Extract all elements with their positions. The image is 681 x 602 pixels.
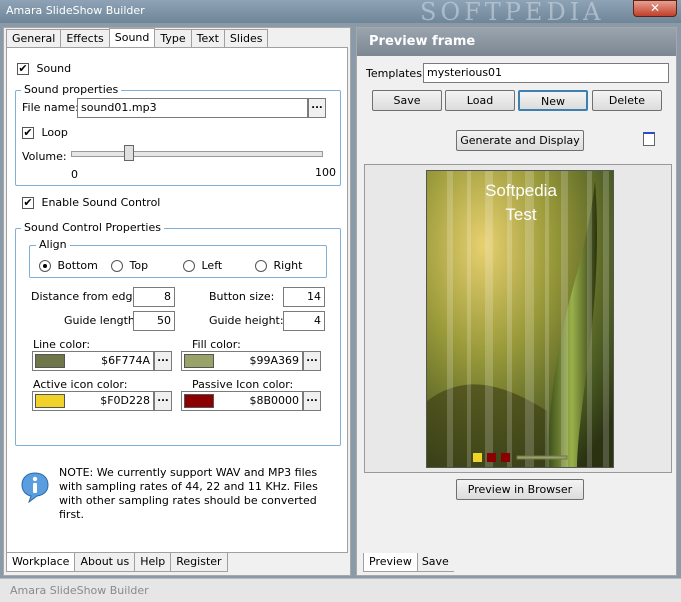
active-icon-color-label: Active icon color:: [33, 378, 128, 391]
enable-sound-control-checkbox[interactable]: ✔: [22, 197, 34, 209]
align-right-label: Right: [273, 259, 303, 272]
file-name-label: File name:: [22, 101, 79, 114]
title-bar: Amara SlideShow Builder SOFTPEDIA ✕: [0, 0, 681, 26]
tab-text[interactable]: Text: [190, 29, 225, 48]
align-bottom-option[interactable]: Bottom: [39, 259, 98, 272]
fill-color-label: Fill color:: [192, 338, 241, 351]
distance-from-edge-input[interactable]: 8: [133, 287, 175, 307]
align-bottom-label: Bottom: [57, 259, 98, 272]
tab-type[interactable]: Type: [154, 29, 192, 48]
fill-color-swatch: [184, 354, 214, 368]
align-right-radio[interactable]: [255, 260, 267, 272]
status-bar: Amara SlideShow Builder: [0, 578, 681, 602]
tab-slides[interactable]: Slides: [223, 29, 269, 48]
slide-title-text: Softpedia Test: [427, 179, 613, 227]
browse-sound-button[interactable]: ...: [308, 98, 326, 118]
sound-checkbox[interactable]: ✔: [17, 63, 29, 75]
loop-checkbox[interactable]: ✔: [22, 127, 34, 139]
sound-checkbox-row[interactable]: ✔ Sound: [17, 62, 71, 75]
enable-sound-control-row[interactable]: ✔ Enable Sound Control: [22, 196, 160, 209]
align-top-option[interactable]: Top: [111, 259, 148, 272]
tab-effects[interactable]: Effects: [60, 29, 110, 48]
preview-frame-header: Preview frame: [357, 28, 676, 56]
settings-panel: General Effects Sound Type Text Slides ✔…: [3, 27, 351, 576]
button-size-label: Button size:: [209, 290, 275, 303]
guide-length-input[interactable]: 50: [133, 311, 175, 331]
templates-label: Templates:: [366, 67, 426, 80]
align-left-radio[interactable]: [183, 260, 195, 272]
templates-input[interactable]: mysterious01: [423, 63, 669, 83]
tab-preview[interactable]: Preview: [363, 553, 418, 572]
volume-slider-thumb[interactable]: [124, 145, 135, 161]
enable-sound-control-label: Enable Sound Control: [41, 196, 161, 209]
preview-bottom-tabs: Preview Save: [363, 553, 454, 572]
tab-help[interactable]: Help: [134, 553, 172, 572]
guide-height-input[interactable]: 4: [283, 311, 325, 331]
align-top-label: Top: [129, 259, 149, 272]
passive-icon-color-picker-button[interactable]: ...: [303, 391, 321, 411]
align-label: Align: [36, 238, 70, 251]
load-template-button[interactable]: Load: [445, 90, 515, 111]
sound-control-properties-label: Sound Control Properties: [21, 221, 164, 234]
generate-and-display-button[interactable]: Generate and Display: [456, 130, 584, 151]
line-color-picker-button[interactable]: ...: [154, 351, 172, 371]
status-text: Amara SlideShow Builder: [10, 584, 149, 597]
save-template-button[interactable]: Save: [372, 90, 442, 111]
align-left-option[interactable]: Left: [183, 259, 222, 272]
slide-title-line-2: Test: [505, 205, 537, 224]
watermark-text: SOFTPEDIA: [420, 0, 605, 26]
guide-length-label: Guide length:: [64, 314, 139, 327]
volume-slider-track[interactable]: [71, 151, 323, 157]
align-bottom-radio[interactable]: [39, 260, 51, 272]
sound-properties-label: Sound properties: [21, 83, 122, 96]
tab-general[interactable]: General: [6, 29, 62, 48]
active-icon-color-swatch: [35, 394, 65, 408]
new-template-button[interactable]: New: [518, 90, 588, 111]
window-title: Amara SlideShow Builder: [6, 4, 145, 17]
line-color-swatch: [35, 354, 65, 368]
delete-template-button[interactable]: Delete: [592, 90, 662, 111]
volume-max-label: 100: [315, 166, 336, 179]
button-size-input[interactable]: 14: [283, 287, 325, 307]
align-right-option[interactable]: Right: [255, 259, 302, 272]
info-icon: [19, 471, 51, 504]
note-text: NOTE: We currently support WAV and MP3 f…: [59, 466, 318, 521]
preview-area: Softpedia Test: [364, 164, 672, 473]
loop-checkbox-row[interactable]: ✔ Loop: [22, 126, 68, 139]
tab-register[interactable]: Register: [170, 553, 228, 572]
align-top-radio[interactable]: [111, 260, 123, 272]
passive-icon-color-label: Passive Icon color:: [192, 378, 294, 391]
fill-color-picker-button[interactable]: ...: [303, 351, 321, 371]
line-color-label: Line color:: [33, 338, 91, 351]
tab-about-us[interactable]: About us: [74, 553, 136, 572]
tab-sound[interactable]: Sound: [108, 28, 156, 47]
sound-label: Sound: [36, 62, 72, 75]
distance-from-edge-label: Distance from edge:: [31, 290, 143, 303]
guide-height-label: Guide height:: [209, 314, 284, 327]
tab-workplace[interactable]: Workplace: [6, 553, 76, 572]
tab-save[interactable]: Save: [416, 553, 454, 572]
volume-label: Volume:: [22, 150, 67, 163]
align-left-label: Left: [201, 259, 223, 272]
resize-frame-icon[interactable]: [643, 132, 655, 146]
workplace-tabs: Workplace About us Help Register: [6, 553, 228, 572]
volume-min-label: 0: [71, 168, 78, 181]
loop-label: Loop: [41, 126, 68, 139]
file-name-input[interactable]: sound01.mp3: [77, 98, 308, 118]
slide-preview-image: Softpedia Test: [426, 170, 614, 468]
preview-in-browser-button[interactable]: Preview in Browser: [456, 479, 584, 500]
slide-title-line-1: Softpedia: [485, 181, 557, 200]
passive-icon-color-swatch: [184, 394, 214, 408]
close-button[interactable]: ✕: [633, 0, 677, 17]
preview-panel: Preview frame Templates: mysterious01 Sa…: [356, 27, 677, 576]
active-icon-color-picker-button[interactable]: ...: [154, 391, 172, 411]
sound-tab-panel: ✔ Sound Sound properties File name: soun…: [6, 47, 348, 553]
settings-tabs: General Effects Sound Type Text Slides: [6, 28, 269, 48]
